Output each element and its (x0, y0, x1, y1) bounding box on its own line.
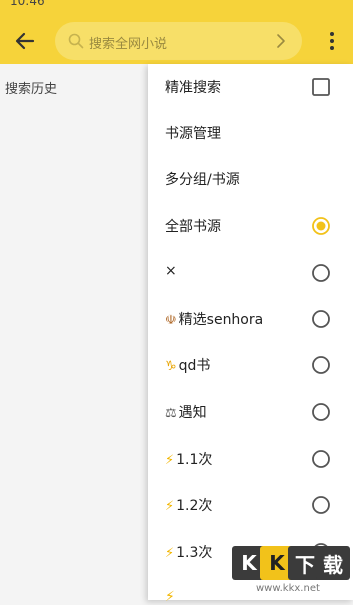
menu-item-label: × (165, 263, 177, 279)
radio[interactable] (311, 355, 331, 375)
more-options-button[interactable] (322, 26, 342, 56)
menu-item-all-sources[interactable]: 全部书源 (148, 203, 353, 249)
menu-item-label: qd书 (178, 358, 211, 374)
watermark-url: www.kkx.net (256, 583, 320, 594)
lightning-icon: ⚡ (165, 546, 175, 561)
status-time: 10:46 (10, 0, 45, 8)
capricorn-icon: ♑ (165, 359, 177, 374)
menu-item-source-manage[interactable]: 书源管理 (148, 110, 353, 156)
lightning-icon: ⚡ (165, 589, 175, 605)
radio-selected[interactable] (311, 216, 331, 236)
chevron-right-icon[interactable] (274, 32, 288, 50)
watermark-letter: 载 (316, 546, 350, 580)
menu-item-label: 多分组/书源 (165, 172, 240, 188)
radio[interactable] (311, 263, 331, 283)
arrow-left-icon (15, 32, 35, 50)
search-input[interactable]: 搜索全网小说 (55, 22, 302, 60)
menu-item-label: 全部书源 (165, 219, 221, 235)
menu-item-label: 精准搜索 (165, 80, 221, 96)
search-icon (68, 33, 84, 49)
more-vertical-icon (330, 32, 334, 50)
lightning-icon: ⚡ (165, 453, 175, 468)
search-placeholder: 搜索全网小说 (89, 37, 168, 52)
menu-item-precise-search[interactable]: 精准搜索 (148, 64, 353, 110)
menu-item-senhora[interactable]: ☫ 精选senhora (148, 296, 353, 342)
menu-item-yuzhi[interactable]: ⚖ 遇知 (148, 389, 353, 435)
menu-item-qd[interactable]: ♑ qd书 (148, 342, 353, 388)
lightning-icon: ⚡ (165, 499, 175, 514)
symbol-icon: ☫ (165, 313, 177, 328)
menu-item-label: 书源管理 (165, 126, 221, 142)
menu-item-label: 遇知 (178, 405, 207, 421)
search-history-label: 搜索历史 (5, 82, 58, 97)
menu-item-1-2[interactable]: ⚡ 1.2次 (148, 482, 353, 528)
scales-icon: ⚖ (165, 406, 177, 421)
menu-item-1-1[interactable]: ⚡ 1.1次 (148, 436, 353, 482)
menu-item-label: 1.2次 (176, 498, 213, 514)
menu-item-label: 1.3次 (176, 545, 213, 561)
app-bar: 10:46 搜索全网小说 (0, 0, 353, 64)
source-menu: 精准搜索 书源管理 多分组/书源 全部书源 × ☫ 精选senhora ♑ qd书 (148, 64, 353, 605)
checkbox[interactable] (311, 77, 331, 97)
menu-item-label: 精选senhora (178, 312, 264, 328)
menu-item-multi-group[interactable]: 多分组/书源 (148, 156, 353, 202)
back-button[interactable] (10, 26, 40, 56)
radio[interactable] (311, 309, 331, 329)
radio[interactable] (311, 495, 331, 515)
menu-item-label: 1.1次 (176, 452, 213, 468)
watermark: K K 下 载 www.kkx.net (232, 546, 350, 598)
radio[interactable] (311, 449, 331, 469)
menu-item-x[interactable]: × (148, 250, 353, 296)
radio[interactable] (311, 402, 331, 422)
